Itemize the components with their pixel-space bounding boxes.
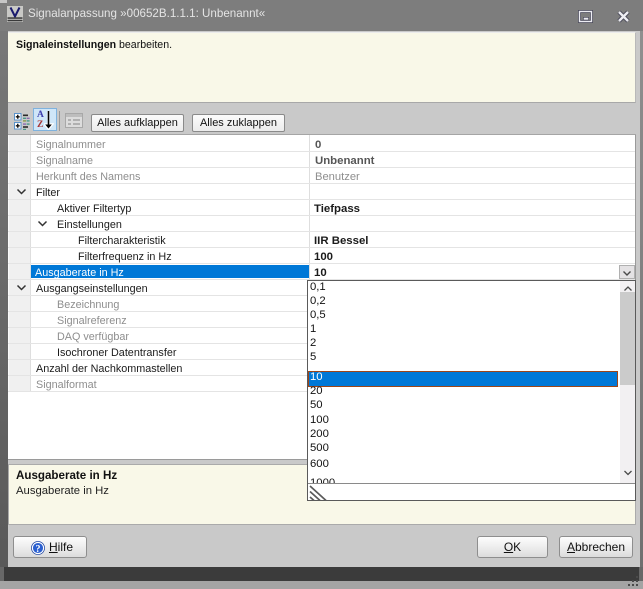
svg-text:?: ? xyxy=(36,543,41,554)
